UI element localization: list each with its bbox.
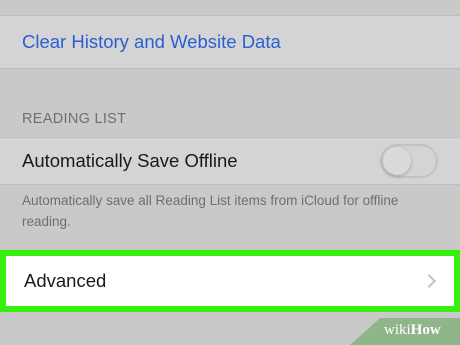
clear-history-label: Clear History and Website Data bbox=[22, 31, 281, 52]
watermark-suffix: How bbox=[410, 322, 441, 338]
advanced-highlight: Advanced bbox=[0, 250, 460, 312]
advanced-row[interactable]: Advanced bbox=[6, 256, 454, 306]
advanced-label: Advanced bbox=[24, 270, 107, 291]
auto-save-offline-row: Automatically Save Offline bbox=[0, 137, 460, 185]
watermark-background-corner bbox=[350, 318, 380, 345]
toggle-knob bbox=[383, 147, 411, 175]
chevron-right-icon bbox=[421, 273, 437, 289]
wikihow-watermark: wikiHow bbox=[384, 322, 441, 339]
clear-history-row[interactable]: Clear History and Website Data bbox=[0, 15, 460, 69]
auto-save-offline-toggle[interactable] bbox=[380, 144, 438, 178]
watermark-prefix: wiki bbox=[384, 322, 411, 338]
auto-save-footnote: Automatically save all Reading List item… bbox=[22, 193, 399, 229]
reading-list-header: READING LIST bbox=[22, 111, 127, 127]
auto-save-offline-label: Automatically Save Offline bbox=[22, 150, 238, 171]
